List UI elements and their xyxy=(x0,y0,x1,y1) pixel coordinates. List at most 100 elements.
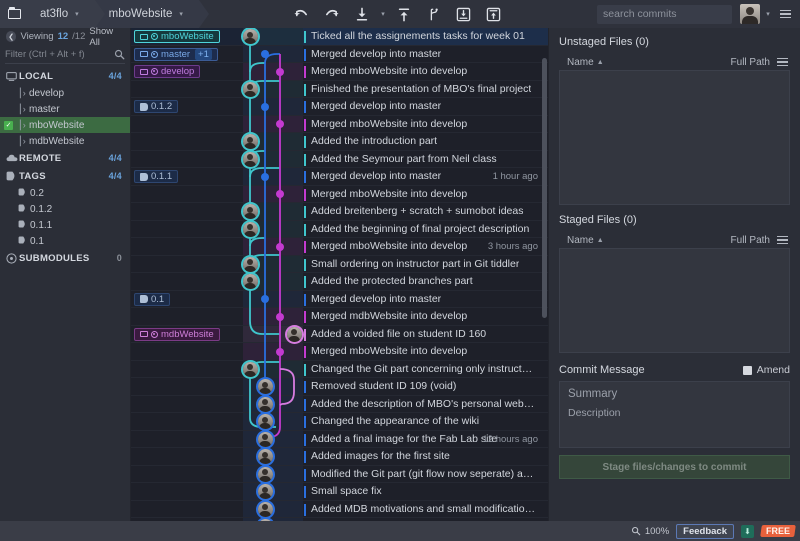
profile-menu-button[interactable]: ▾ xyxy=(762,0,774,28)
sidebar-item-mdbwebsite[interactable]: ⎮› mdbWebsite xyxy=(0,133,130,149)
show-all-button[interactable]: Show All xyxy=(89,26,124,48)
commit-row[interactable]: 0.1 Merged develop into master xyxy=(131,290,548,308)
commit-author-avatar[interactable] xyxy=(257,484,273,500)
sidebar-section-tags[interactable]: TAGS 4/4 xyxy=(0,167,130,185)
commit-author-avatar[interactable] xyxy=(242,151,258,167)
sidebar-section-submodules[interactable]: SUBMODULES 0 xyxy=(0,249,130,267)
commit-node[interactable] xyxy=(276,312,284,321)
commit-author-avatar[interactable] xyxy=(242,274,258,290)
commit-node[interactable] xyxy=(261,172,269,181)
open-repo-button[interactable] xyxy=(0,0,28,28)
back-arrow-icon[interactable]: ❮ xyxy=(6,31,17,42)
stage-commit-button[interactable]: Stage files/changes to commit xyxy=(559,455,790,479)
pull-options-button[interactable]: ▾ xyxy=(377,0,389,28)
commit-author-avatar[interactable] xyxy=(257,414,273,430)
commit-row[interactable]: Changed the appearance of the wiki xyxy=(131,413,548,431)
commit-author-avatar[interactable] xyxy=(242,204,258,220)
commit-author-avatar[interactable] xyxy=(257,396,273,412)
feedback-button[interactable]: Feedback xyxy=(676,523,734,539)
push-button[interactable] xyxy=(389,0,419,28)
commit-row[interactable]: Removed student ID 109 (void) xyxy=(131,378,548,396)
search-input[interactable] xyxy=(603,8,739,20)
commit-row[interactable]: Added the beginning of final project des… xyxy=(131,220,548,238)
staged-col-full-path[interactable]: Full Path xyxy=(731,235,770,246)
tag-chip[interactable]: 0.1.2 xyxy=(134,100,179,113)
commit-author-avatar[interactable] xyxy=(286,326,302,342)
commit-row[interactable]: Merged mboWebsite into develop xyxy=(131,343,548,361)
commit-row[interactable]: Added the Seymour part from Neil class xyxy=(131,150,548,168)
commit-author-avatar[interactable] xyxy=(242,361,258,377)
commit-row[interactable]: Merged mboWebsite into develop 3 hours ag… xyxy=(131,238,548,256)
branch-chip[interactable]: develop xyxy=(134,65,201,78)
commit-row[interactable]: 0.1.1 Merged develop into master 1 hour ag… xyxy=(131,168,548,186)
graph-scrollbar[interactable] xyxy=(542,58,547,318)
commit-author-avatar[interactable] xyxy=(242,221,258,237)
commit-author-avatar[interactable] xyxy=(242,256,258,272)
tag-chip[interactable]: 0.1.1 xyxy=(134,170,179,183)
plan-badge[interactable]: FREE xyxy=(760,525,796,537)
undo-button[interactable] xyxy=(287,0,317,28)
commit-graph-pane[interactable]: mboWebsite Ticked all the assignements ta… xyxy=(131,28,548,521)
sidebar-section-remote[interactable]: REMOTE 4/4 xyxy=(0,149,130,167)
commit-row[interactable]: Small ordering on instructor part in Git… xyxy=(131,255,548,273)
commit-row[interactable]: Added images for the first site xyxy=(131,448,548,466)
stash-button[interactable] xyxy=(449,0,479,28)
sidebar-tag-0-1[interactable]: 0.1 xyxy=(0,233,130,249)
sidebar-tag-0-1-1[interactable]: 0.1.1 xyxy=(0,217,130,233)
commit-row[interactable]: develop Merged mboWebsite into develop xyxy=(131,63,548,81)
commit-row[interactable]: Small space fix xyxy=(131,483,548,501)
branch-chip[interactable]: mdbWebsite xyxy=(134,327,220,341)
commit-author-avatar[interactable] xyxy=(257,379,273,395)
commit-row[interactable]: Merged mboWebsite into develop xyxy=(131,115,548,133)
commit-row[interactable]: Added the introduction part xyxy=(131,133,548,151)
redo-button[interactable] xyxy=(317,0,347,28)
branch-button[interactable] xyxy=(419,0,449,28)
branch-chip[interactable]: master +1 xyxy=(134,47,218,61)
commit-row[interactable]: Added the protected branches part xyxy=(131,273,548,291)
commit-row[interactable]: mdbWebsite Added a voided file on student… xyxy=(131,325,548,343)
breadcrumb-repo[interactable]: mboWebsite ▾ xyxy=(94,0,210,28)
commit-row[interactable]: Added breitenberg + scratch + sumobot id… xyxy=(131,203,548,221)
sidebar-section-local[interactable]: LOCAL 4/4 xyxy=(0,67,130,85)
commit-row[interactable]: 0.1.2 Merged develop into master xyxy=(131,98,548,116)
commit-author-avatar[interactable] xyxy=(242,81,258,97)
commit-row[interactable]: Finished the presentation of MBO's final… xyxy=(131,80,548,98)
pull-button[interactable] xyxy=(347,0,377,28)
commit-node[interactable] xyxy=(261,102,269,111)
commit-row[interactable]: Added the description of MBO's personal … xyxy=(131,395,548,413)
hamburger-icon[interactable] xyxy=(774,0,796,28)
unstaged-files-list[interactable] xyxy=(559,70,790,205)
commit-row[interactable]: Added a final image for the Fab Lab site… xyxy=(131,430,548,448)
branch-filter-box[interactable]: Filter (Ctrl + Alt + f) xyxy=(5,46,125,64)
pop-stash-button[interactable] xyxy=(479,0,509,28)
sidebar-item-develop[interactable]: ⎮› develop xyxy=(0,85,130,101)
list-view-icon[interactable] xyxy=(777,235,788,245)
staged-files-list[interactable] xyxy=(559,248,790,353)
commit-node[interactable] xyxy=(276,242,284,251)
commit-row[interactable]: Merged mboWebsite into develop xyxy=(131,185,548,203)
unstaged-col-full-path[interactable]: Full Path xyxy=(731,57,770,68)
list-view-icon[interactable] xyxy=(777,57,788,67)
staged-sort-by-name[interactable]: Name ▲ xyxy=(567,235,604,246)
commit-row[interactable]: Changed the Git part concerning only ins… xyxy=(131,360,548,378)
commit-row[interactable]: Added MDB motivations and small modifica… xyxy=(131,500,548,518)
commit-node[interactable] xyxy=(276,347,284,356)
commit-summary-input[interactable]: Summary xyxy=(568,388,781,400)
sidebar-tag-0-2[interactable]: 0.2 xyxy=(0,185,130,201)
commit-author-avatar[interactable] xyxy=(242,29,258,45)
commit-message-box[interactable]: Summary Description xyxy=(559,381,790,448)
sidebar-item-master[interactable]: ⎮› master xyxy=(0,101,130,117)
commit-row[interactable]: Merged mdbWebsite into develop xyxy=(131,308,548,326)
breadcrumb-account[interactable]: at3flo ▾ xyxy=(28,0,105,28)
branch-chip[interactable]: mboWebsite xyxy=(134,30,220,43)
commit-author-avatar[interactable] xyxy=(242,134,258,150)
extra-refs-badge[interactable]: +1 xyxy=(195,48,212,60)
commit-row[interactable]: mboWebsite Ticked all the assignements ta… xyxy=(131,28,548,46)
commit-author-avatar[interactable] xyxy=(257,449,273,465)
commit-node[interactable] xyxy=(276,67,284,76)
unstaged-sort-by-name[interactable]: Name ▲ xyxy=(567,57,604,68)
download-icon[interactable]: ⬇ xyxy=(740,524,754,538)
commit-description-input[interactable]: Description xyxy=(568,407,781,419)
commit-row[interactable]: Modified the Git part (git flow now sepe… xyxy=(131,465,548,483)
commit-author-avatar[interactable] xyxy=(257,466,273,482)
